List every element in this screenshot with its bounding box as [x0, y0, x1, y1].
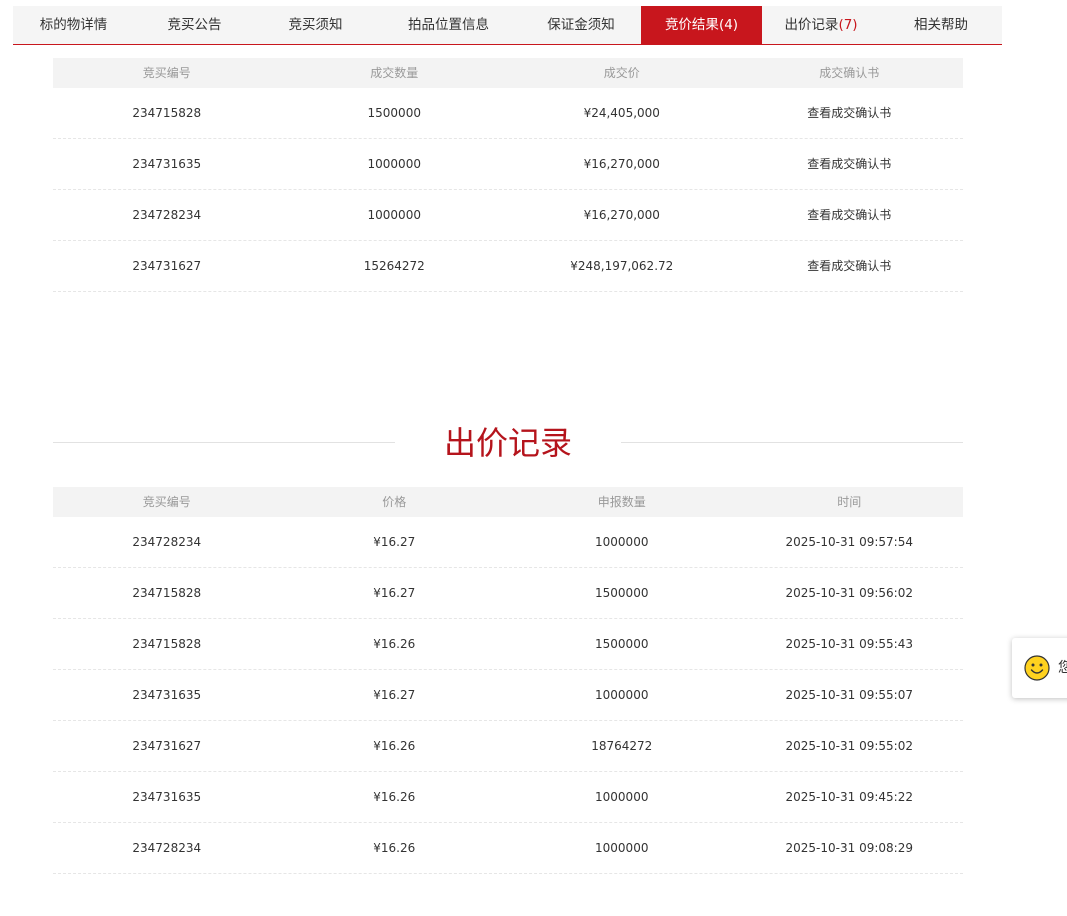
bid-records-table: 竞买编号 价格 申报数量 时间 234728234 ¥16.27 1000000…: [53, 487, 963, 874]
bid-quantity: 1500000: [595, 637, 649, 651]
bid-quantity: 1500000: [595, 586, 649, 600]
deal-quantity: 1000000: [367, 157, 421, 171]
column-header: 申报数量: [597, 495, 646, 509]
cell-confirmation: 查看成交确认书: [736, 190, 964, 240]
tab-label: 标的物详情: [39, 17, 108, 33]
table-row: 234715828 1500000 ¥24,405,000 查看成交确认书: [53, 88, 963, 139]
table-row: 234731635 ¥16.26 1000000 2025-10-31 09:4…: [53, 772, 963, 823]
bidder-id: 234715828: [132, 637, 202, 651]
smiley-icon: [1024, 655, 1050, 681]
results-table-header: 竞买编号 成交数量 成交价 成交确认书: [53, 58, 963, 88]
table-row: 234728234 ¥16.26 1000000 2025-10-31 09:0…: [53, 823, 963, 874]
tab-label: 竞买公告: [167, 17, 222, 33]
view-confirmation-link[interactable]: 查看成交确认书: [807, 157, 891, 171]
bid-time: 2025-10-31 09:55:43: [785, 637, 913, 651]
column-header: 成交数量: [370, 66, 419, 80]
bidder-id: 234731635: [132, 790, 202, 804]
tab-label: 出价记录: [784, 17, 839, 33]
table-row: 234715828 ¥16.26 1500000 2025-10-31 09:5…: [53, 619, 963, 670]
column-header: 时间: [837, 495, 862, 509]
column-header: 竞买编号: [142, 66, 191, 80]
bid-quantity: 1000000: [595, 841, 649, 855]
cell-confirmation: 查看成交确认书: [736, 88, 964, 138]
column-header: 成交确认书: [819, 66, 880, 80]
bid-time: 2025-10-31 09:08:29: [785, 841, 913, 855]
deal-quantity: 15264272: [363, 259, 425, 273]
deal-price: ¥16,270,000: [583, 208, 660, 222]
bidder-id: 234731627: [132, 739, 202, 753]
bidder-id: 234715828: [132, 586, 202, 600]
bid-price: ¥16.26: [373, 739, 416, 753]
bidder-id: 234731627: [132, 259, 202, 273]
bid-price: ¥16.26: [373, 841, 416, 855]
deal-price: ¥248,197,062.72: [570, 259, 674, 273]
customer-service-widget[interactable]: 您: [1012, 638, 1067, 698]
bid-quantity: 1000000: [595, 535, 649, 549]
bid-price: ¥16.27: [373, 535, 416, 549]
deal-quantity: 1500000: [367, 106, 421, 120]
bid-time: 2025-10-31 09:56:02: [785, 586, 913, 600]
bidder-id: 234731635: [132, 688, 202, 702]
bidder-id: 234728234: [132, 208, 202, 222]
tab-label: 保证金须知: [547, 17, 615, 33]
bid-quantity: 1000000: [595, 790, 649, 804]
tab-label: 竞买须知: [288, 17, 343, 33]
service-label: 您: [1058, 660, 1067, 676]
bid-price: ¥16.26: [373, 637, 416, 651]
bid-price: ¥16.26: [373, 790, 416, 804]
tab-announcement[interactable]: 竞买公告: [134, 6, 255, 44]
view-confirmation-link[interactable]: 查看成交确认书: [807, 259, 891, 273]
table-row: 234731627 ¥16.26 18764272 2025-10-31 09:…: [53, 721, 963, 772]
deal-quantity: 1000000: [367, 208, 421, 222]
bid-time: 2025-10-31 09:55:02: [785, 739, 913, 753]
bidder-id: 234715828: [132, 106, 202, 120]
deal-price: ¥16,270,000: [583, 157, 660, 171]
bidder-id: 234731635: [132, 157, 202, 171]
tab-deposit-notice[interactable]: 保证金须知: [521, 6, 641, 44]
tab-bid-records[interactable]: 出价记录(7): [762, 6, 880, 44]
table-row: 234728234 ¥16.27 1000000 2025-10-31 09:5…: [53, 517, 963, 568]
bid-records-table-header: 竞买编号 价格 申报数量 时间: [53, 487, 963, 517]
table-row: 234731635 1000000 ¥16,270,000 查看成交确认书: [53, 139, 963, 190]
column-header: 成交价: [603, 66, 640, 80]
table-row: 234715828 ¥16.27 1500000 2025-10-31 09:5…: [53, 568, 963, 619]
table-row: 234728234 1000000 ¥16,270,000 查看成交确认书: [53, 190, 963, 241]
bid-records-section-title: 出价记录: [53, 420, 963, 466]
bid-quantity: 18764272: [591, 739, 653, 753]
tab-label: 竞价结果: [664, 17, 719, 33]
view-confirmation-link[interactable]: 查看成交确认书: [807, 106, 891, 120]
cell-confirmation: 查看成交确认书: [736, 139, 964, 189]
tab-location[interactable]: 拍品位置信息: [376, 6, 521, 44]
deal-price: ¥24,405,000: [583, 106, 660, 120]
table-row: 234731635 ¥16.27 1000000 2025-10-31 09:5…: [53, 670, 963, 721]
bid-time: 2025-10-31 09:55:07: [785, 688, 913, 702]
tab-label: 拍品位置信息: [408, 17, 489, 33]
bid-time: 2025-10-31 09:45:22: [785, 790, 913, 804]
bidder-id: 234728234: [132, 535, 202, 549]
tab-help[interactable]: 相关帮助: [880, 6, 1002, 44]
tab-item-details[interactable]: 标的物详情: [13, 6, 134, 44]
bidder-id: 234728234: [132, 841, 202, 855]
view-confirmation-link[interactable]: 查看成交确认书: [807, 208, 891, 222]
table-row: 234731627 15264272 ¥248,197,062.72 查看成交确…: [53, 241, 963, 292]
tab-label: 相关帮助: [914, 17, 968, 33]
cell-confirmation: 查看成交确认书: [736, 241, 964, 291]
bid-quantity: 1000000: [595, 688, 649, 702]
bid-price: ¥16.27: [373, 688, 416, 702]
tab-bidding-notice[interactable]: 竞买须知: [255, 6, 376, 44]
tab-results[interactable]: 竞价结果(4): [641, 6, 762, 44]
column-header: 价格: [382, 495, 407, 509]
bid-time: 2025-10-31 09:57:54: [785, 535, 913, 549]
section-heading: 出价记录: [443, 424, 572, 462]
bid-price: ¥16.27: [373, 586, 416, 600]
column-header: 竞买编号: [142, 495, 191, 509]
tab-bar: 标的物详情 竞买公告 竞买须知 拍品位置信息 保证金须知 竞价结果(4) 出价记…: [13, 6, 1002, 45]
results-table: 竞买编号 成交数量 成交价 成交确认书 234715828 1500000 ¥2…: [53, 58, 963, 292]
